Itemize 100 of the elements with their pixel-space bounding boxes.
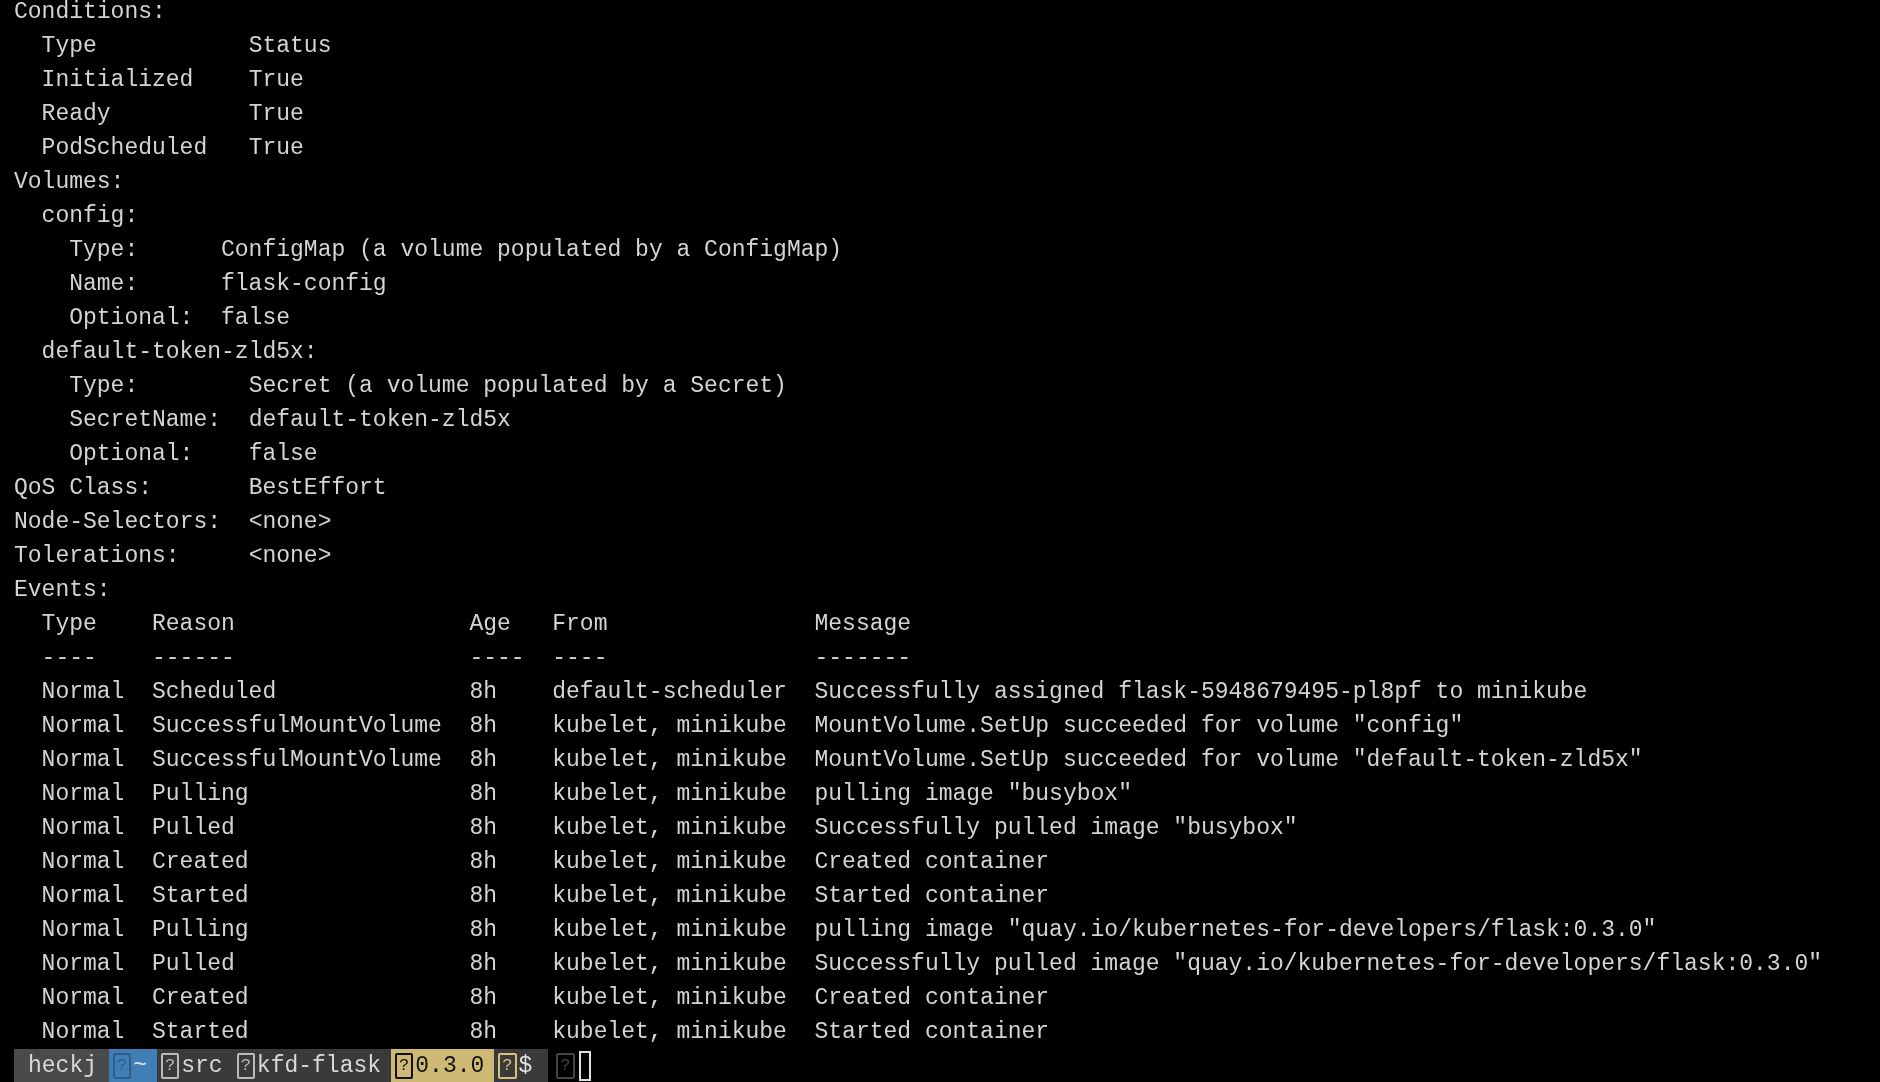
missing-glyph-icon: ? (161, 1053, 180, 1079)
table-cell: Started (152, 1019, 249, 1045)
table-cell: Pulling (152, 781, 249, 807)
column-header: Message (814, 611, 912, 637)
table-cell: kubelet, minikube (552, 815, 787, 841)
table-cell: Normal (41, 713, 125, 739)
field-label: Name: (69, 271, 139, 297)
field-value: <none> (248, 509, 332, 535)
table-cell: Successfully pulled image "quay.io/kubernetes-for-developers/flask:0.3.0" (814, 951, 1823, 977)
table-cell: Normal (41, 815, 125, 841)
table-cell: Started container (814, 1019, 1050, 1045)
table-cell: Pulling (152, 917, 249, 943)
table-cell: Started (152, 883, 249, 909)
table-cell: 8h (469, 815, 498, 841)
table-cell: PodScheduled (41, 135, 208, 161)
section-heading: Volumes: (14, 168, 125, 197)
header-underline: ------ (152, 645, 235, 671)
field-label: Type: (69, 237, 139, 263)
table-cell: Created (152, 849, 249, 875)
table-cell: Created container (814, 985, 1050, 1011)
prompt-text: $ (518, 1052, 533, 1081)
header-underline: ------- (814, 645, 912, 671)
table-cell: 8h (469, 951, 498, 977)
field-label: Node-Selectors: (14, 509, 222, 535)
table-cell: Initialized (41, 67, 194, 93)
table-cell: Started container (814, 883, 1050, 909)
table-cell: Pulled (152, 951, 235, 977)
table-cell: 8h (469, 679, 498, 705)
missing-glyph-icon: ? (395, 1053, 414, 1079)
table-cell: SuccessfulMountVolume (152, 747, 442, 773)
table-cell: default-scheduler (552, 679, 787, 705)
prompt-text: ~ (133, 1052, 148, 1081)
column-header: Type (41, 611, 97, 637)
table-cell: 8h (469, 985, 498, 1011)
table-cell: True (248, 135, 304, 161)
table-cell: Successfully assigned flask-5948679495-pl8pf to minikube (814, 679, 1588, 705)
table-cell: kubelet, minikube (552, 883, 787, 909)
table-cell: Normal (41, 747, 125, 773)
table-cell: Pulled (152, 815, 235, 841)
table-cell: 8h (469, 1019, 498, 1045)
field-label: Optional: (69, 441, 194, 467)
table-cell: Scheduled (152, 679, 277, 705)
table-cell: MountVolume.SetUp succeeded for volume "config" (814, 713, 1464, 739)
field-value: default-token-zld5x (248, 407, 511, 433)
prompt-text: heckj (28, 1052, 97, 1081)
field-label: Type: (69, 373, 139, 399)
table-cell: Normal (41, 679, 125, 705)
field-label: Optional: (69, 305, 194, 331)
table-cell: kubelet, minikube (552, 951, 787, 977)
text-cursor (578, 1051, 591, 1081)
table-cell: True (248, 67, 304, 93)
header-underline: ---- (469, 645, 525, 671)
missing-glyph-icon: ? (498, 1053, 517, 1079)
column-header: Age (469, 611, 511, 637)
header-underline: ---- (552, 645, 608, 671)
table-cell: Created (152, 985, 249, 1011)
header-underline: ---- (41, 645, 97, 671)
table-cell: Normal (41, 985, 125, 1011)
section-heading: Conditions: (14, 0, 166, 27)
table-cell: 8h (469, 713, 498, 739)
field-label: Tolerations: (14, 543, 180, 569)
table-cell: Normal (41, 883, 125, 909)
table-cell: True (248, 101, 304, 127)
table-cell: Normal (41, 951, 125, 977)
table-cell: kubelet, minikube (552, 781, 787, 807)
column-header: Status (248, 33, 332, 59)
column-header: From (552, 611, 608, 637)
table-cell: pulling image "quay.io/kubernetes-for-developers/flask:0.3.0" (814, 917, 1657, 943)
table-cell: 8h (469, 849, 498, 875)
table-cell: kubelet, minikube (552, 849, 787, 875)
table-cell: kubelet, minikube (552, 747, 787, 773)
field-value: false (221, 305, 291, 331)
prompt-text: kfd-flask (256, 1052, 382, 1081)
table-cell: kubelet, minikube (552, 713, 787, 739)
missing-glyph-icon: ? (236, 1053, 255, 1079)
column-header: Type (41, 33, 97, 59)
table-cell: kubelet, minikube (552, 917, 787, 943)
field-value: ConfigMap (a volume populated by a ConfigMap) (221, 237, 843, 263)
field-label: QoS Class: (14, 475, 153, 501)
prompt-text: 0.3.0 (415, 1052, 485, 1081)
table-cell: Created container (814, 849, 1050, 875)
field-value: Secret (a volume populated by a Secret) (248, 373, 787, 399)
table-cell: Normal (41, 781, 125, 807)
table-cell: Normal (41, 849, 125, 875)
field-label: SecretName: (69, 407, 222, 433)
table-cell: 8h (469, 917, 498, 943)
field-value: <none> (248, 543, 332, 569)
table-cell: Normal (41, 917, 125, 943)
volume-name: config: (41, 202, 139, 231)
table-cell: MountVolume.SetUp succeeded for volume "default-token-zld5x" (814, 747, 1643, 773)
table-cell: SuccessfulMountVolume (152, 713, 442, 739)
table-cell: pulling image "busybox" (814, 781, 1132, 807)
table-cell: Normal (41, 1019, 125, 1045)
section-heading: Events: (14, 576, 111, 605)
field-value: false (248, 441, 318, 467)
table-cell: Ready (41, 101, 111, 127)
volume-name: default-token-zld5x: (41, 338, 318, 367)
missing-glyph-icon: ? (556, 1053, 575, 1079)
prompt-text: src (181, 1052, 223, 1081)
column-header: Reason (152, 611, 235, 637)
